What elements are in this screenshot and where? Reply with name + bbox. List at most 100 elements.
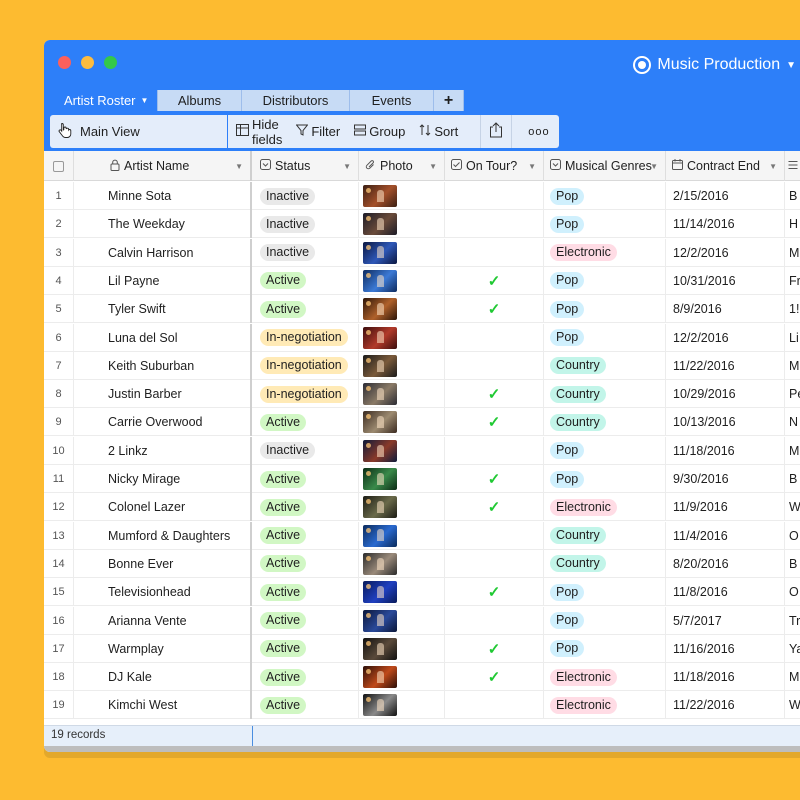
on-tour-cell[interactable]: ✓ <box>445 634 544 663</box>
chevron-down-icon[interactable]: ▼ <box>650 162 658 171</box>
on-tour-cell[interactable]: ✓ <box>445 663 544 692</box>
contract-end-cell[interactable]: 11/18/2016 <box>666 436 785 465</box>
photo-cell[interactable] <box>359 465 445 493</box>
table-row[interactable]: 19 Kimchi West Active Electronic 11/22/2016 W <box>44 691 800 720</box>
genre-cell[interactable]: Pop <box>544 578 666 607</box>
contract-end-cell[interactable]: 10/31/2016 <box>666 266 785 295</box>
group-button[interactable]: Group <box>354 124 405 139</box>
genre-cell[interactable]: Electronic <box>544 691 666 720</box>
photo-cell[interactable] <box>359 493 445 522</box>
artist-name-cell[interactable]: Luna del Sol <box>74 323 252 352</box>
genre-cell[interactable]: Country <box>544 380 666 409</box>
base-switcher[interactable]: Music Production ▼ <box>633 56 796 74</box>
next-column-cell[interactable]: 1! <box>785 295 800 323</box>
genre-cell[interactable]: Pop <box>544 634 666 663</box>
status-cell[interactable]: Active <box>254 549 359 578</box>
column-header-on-tour[interactable]: On Tour? ▼ <box>445 151 544 181</box>
row-number[interactable]: 9 <box>44 408 74 437</box>
sort-button[interactable]: Sort <box>419 124 458 139</box>
artist-photo-thumbnail[interactable] <box>363 269 397 292</box>
contract-end-cell[interactable]: 11/18/2016 <box>666 663 785 692</box>
status-cell[interactable]: Active <box>254 606 359 635</box>
next-column-cell[interactable]: B <box>785 550 800 578</box>
tab-artist-roster[interactable]: Artist Roster ▼ <box>44 90 158 111</box>
genre-cell[interactable]: Country <box>544 351 666 380</box>
genre-cell[interactable]: Pop <box>544 465 666 493</box>
next-column-cell[interactable]: Li <box>785 324 800 352</box>
next-column-cell[interactable]: M <box>785 352 800 380</box>
artist-photo-thumbnail[interactable] <box>363 468 397 490</box>
status-cell[interactable]: In-negotiation <box>254 351 359 380</box>
genre-cell[interactable]: Pop <box>544 323 666 352</box>
row-number[interactable]: 1 <box>44 182 74 210</box>
table-row[interactable]: 9 Carrie Overwood Active ✓ Country 10/13/2016… <box>44 408 800 437</box>
table-row[interactable]: 11 Nicky Mirage Active ✓ Pop 9/30/2016 B <box>44 465 800 493</box>
genre-cell[interactable]: Electronic <box>544 238 666 267</box>
on-tour-cell[interactable] <box>445 521 544 550</box>
contract-end-cell[interactable]: 11/22/2016 <box>666 691 785 720</box>
status-cell[interactable]: Active <box>254 408 359 437</box>
artist-name-cell[interactable]: Televisionhead <box>74 578 252 607</box>
artist-name-cell[interactable]: Carrie Overwood <box>74 408 252 437</box>
status-cell[interactable]: Active <box>254 578 359 607</box>
photo-cell[interactable] <box>359 182 445 210</box>
status-cell[interactable]: Active <box>254 465 359 493</box>
row-number[interactable]: 15 <box>44 578 74 607</box>
genre-cell[interactable]: Country <box>544 549 666 578</box>
on-tour-cell[interactable]: ✓ <box>445 578 544 607</box>
table-row[interactable]: 7 Keith Suburban In-negotiation Country 11/2… <box>44 351 800 380</box>
artist-photo-thumbnail[interactable] <box>363 185 397 207</box>
artist-name-cell[interactable]: Keith Suburban <box>74 351 252 380</box>
next-column-cell[interactable]: B <box>785 465 800 493</box>
add-table-button[interactable]: + <box>434 90 464 111</box>
table-row[interactable]: 5 Tyler Swift Active ✓ Pop 8/9/2016 1! <box>44 295 800 324</box>
status-cell[interactable]: Active <box>254 691 359 720</box>
status-cell[interactable]: Active <box>254 634 359 663</box>
photo-cell[interactable] <box>359 436 445 465</box>
status-cell[interactable]: Active <box>254 521 359 550</box>
artist-photo-thumbnail[interactable] <box>363 581 397 604</box>
next-column-cell[interactable]: W <box>785 691 800 719</box>
genre-cell[interactable]: Electronic <box>544 663 666 692</box>
hide-fields-button[interactable]: Hide fields <box>236 117 282 147</box>
artist-name-cell[interactable]: Bonne Ever <box>74 549 252 578</box>
genre-cell[interactable]: Electronic <box>544 493 666 522</box>
artist-photo-thumbnail[interactable] <box>363 694 397 717</box>
table-row[interactable]: 13 Mumford & Daughters Active Country 11/4/2… <box>44 521 800 550</box>
photo-cell[interactable] <box>359 380 445 409</box>
on-tour-cell[interactable] <box>445 606 544 635</box>
row-number[interactable]: 11 <box>44 465 74 493</box>
status-cell[interactable]: In-negotiation <box>254 323 359 352</box>
artist-name-cell[interactable]: DJ Kale <box>74 663 252 692</box>
table-row[interactable]: 1 Minne Sota Inactive Pop 2/15/2016 B <box>44 182 800 210</box>
filter-button[interactable]: Filter <box>295 124 340 139</box>
artist-name-cell[interactable]: Lil Payne <box>74 266 252 295</box>
next-column-cell[interactable]: N <box>785 408 800 436</box>
photo-cell[interactable] <box>359 606 445 635</box>
contract-end-cell[interactable]: 11/16/2016 <box>666 634 785 663</box>
contract-end-cell[interactable]: 11/9/2016 <box>666 493 785 522</box>
table-row[interactable]: 16 Arianna Vente Active Pop 5/7/2017 Tr <box>44 606 800 635</box>
artist-photo-thumbnail[interactable] <box>363 354 397 377</box>
table-row[interactable]: 2 The Weekday Inactive Pop 11/14/2016 H <box>44 210 800 239</box>
photo-cell[interactable] <box>359 238 445 267</box>
artist-name-cell[interactable]: Colonel Lazer <box>74 493 252 522</box>
genre-cell[interactable]: Pop <box>544 436 666 465</box>
next-column-cell[interactable]: O <box>785 578 800 606</box>
next-column-cell[interactable]: B <box>785 182 800 210</box>
artist-photo-thumbnail[interactable] <box>363 609 397 632</box>
genre-cell[interactable]: Pop <box>544 295 666 324</box>
artist-name-cell[interactable]: Tyler Swift <box>74 295 252 324</box>
genre-cell[interactable]: Pop <box>544 210 666 239</box>
genre-cell[interactable]: Country <box>544 521 666 550</box>
contract-end-cell[interactable]: 12/2/2016 <box>666 238 785 267</box>
photo-cell[interactable] <box>359 549 445 578</box>
column-header-musical-genres[interactable]: Musical Genres ▼ <box>544 151 666 181</box>
row-number[interactable]: 17 <box>44 634 74 663</box>
next-column-cell[interactable]: M <box>785 663 800 691</box>
artist-photo-thumbnail[interactable] <box>363 439 397 462</box>
artist-name-cell[interactable]: Arianna Vente <box>74 606 252 635</box>
column-header-status[interactable]: Status ▼ <box>254 151 359 181</box>
contract-end-cell[interactable]: 11/4/2016 <box>666 521 785 550</box>
next-column-cell[interactable]: Ya <box>785 635 800 663</box>
